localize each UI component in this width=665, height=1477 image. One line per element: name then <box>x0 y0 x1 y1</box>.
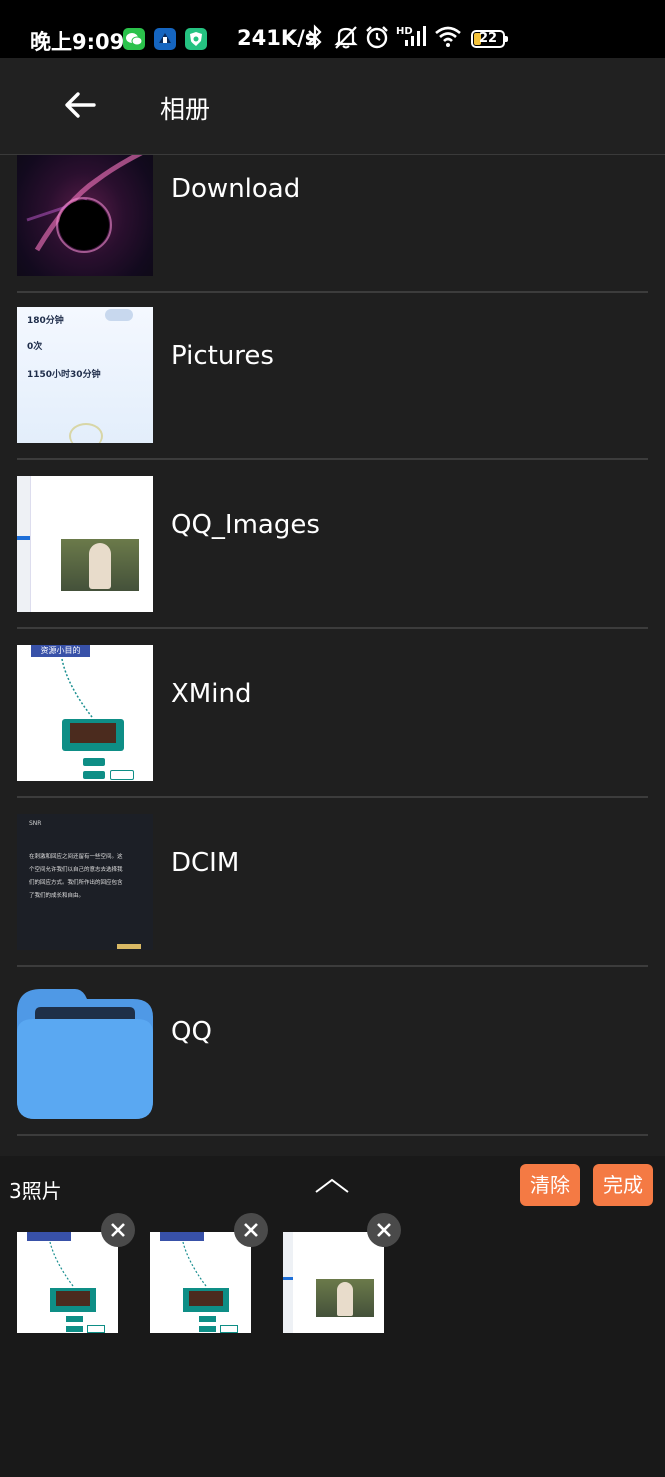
signal-icon <box>404 24 428 54</box>
expand-toggle[interactable] <box>312 1172 352 1198</box>
remove-selected-button[interactable] <box>367 1213 401 1247</box>
selected-thumbnail[interactable] <box>17 1232 118 1333</box>
thumb-text: 0次 <box>27 342 43 352</box>
album-name: QQ_Images <box>171 510 320 540</box>
status-bar: 晚上9:09 241K/s HD 22 <box>0 0 665 58</box>
thumb-text: 个空间允许我们以自己的意志去选择我 <box>29 867 123 873</box>
album-thumbnail: SNR 在刺激和回应之间还留有一些空间。这 个空间允许我们以自己的意志去选择我 … <box>17 814 153 950</box>
album-thumbnail <box>17 155 153 276</box>
album-item-dcim[interactable]: SNR 在刺激和回应之间还留有一些空间。这 个空间允许我们以自己的意志去选择我 … <box>17 798 648 967</box>
selection-panel: 3照片 清除 完成 <box>0 1156 665 1477</box>
close-icon <box>111 1223 125 1237</box>
clear-button[interactable]: 清除 <box>520 1164 580 1206</box>
album-name: QQ <box>171 1017 212 1047</box>
album-name: Pictures <box>171 341 274 371</box>
thumb-text: 180分钟 <box>27 316 64 326</box>
remove-selected-button[interactable] <box>234 1213 268 1247</box>
thumb-text: 们的回应方式。我们所作出的回应包含 <box>29 880 123 886</box>
wifi-icon <box>434 24 462 54</box>
album-item-qq-images[interactable]: QQ_Images <box>17 460 648 629</box>
wechat-icon <box>123 28 145 50</box>
close-icon <box>244 1223 258 1237</box>
chevron-up-icon <box>315 1178 349 1193</box>
thumb-text: 1150小时30分钟 <box>27 370 101 380</box>
album-thumbnail: 180分钟 0次 1150小时30分钟 <box>17 307 153 443</box>
app-icon <box>154 28 176 50</box>
album-thumbnail <box>17 476 153 612</box>
done-button[interactable]: 完成 <box>593 1164 653 1206</box>
album-item-pictures[interactable]: 180分钟 0次 1150小时30分钟 Pictures <box>17 291 648 460</box>
remove-selected-button[interactable] <box>101 1213 135 1247</box>
album-list[interactable]: Download 180分钟 0次 1150小时30分钟 Pictures QQ… <box>0 155 665 1155</box>
thumb-text: 在刺激和回应之间还留有一些空间。这 <box>29 854 123 860</box>
bluetooth-icon <box>306 24 324 56</box>
album-item-xmind[interactable]: 资源小目的 XMind <box>17 629 648 798</box>
thumb-text: SNR <box>29 820 42 827</box>
alarm-icon <box>364 24 390 56</box>
selected-count: 3照片 <box>9 1179 62 1203</box>
back-button[interactable] <box>58 82 104 128</box>
top-bar: 相册 <box>0 58 665 155</box>
folder-icon <box>17 983 153 1119</box>
album-thumbnail: 资源小目的 <box>17 645 153 781</box>
selected-thumbnail[interactable] <box>283 1232 384 1333</box>
battery-level: 22 <box>478 31 498 46</box>
back-arrow-icon <box>65 92 96 118</box>
selected-thumbnail[interactable] <box>150 1232 251 1333</box>
thumb-text: 了我们的成长和自由。 <box>29 893 85 899</box>
mute-icon <box>333 24 359 56</box>
page-title: 相册 <box>160 95 211 124</box>
album-name: DCIM <box>171 848 240 878</box>
album-name: XMind <box>171 679 252 709</box>
shield-app-icon <box>185 28 207 50</box>
album-item-download[interactable]: Download <box>17 155 648 293</box>
album-name: Download <box>171 174 301 204</box>
status-time: 晚上9:09 <box>30 30 125 54</box>
close-icon <box>377 1223 391 1237</box>
battery-icon: 22 <box>471 30 508 48</box>
album-item-qq[interactable]: QQ <box>17 967 648 1136</box>
